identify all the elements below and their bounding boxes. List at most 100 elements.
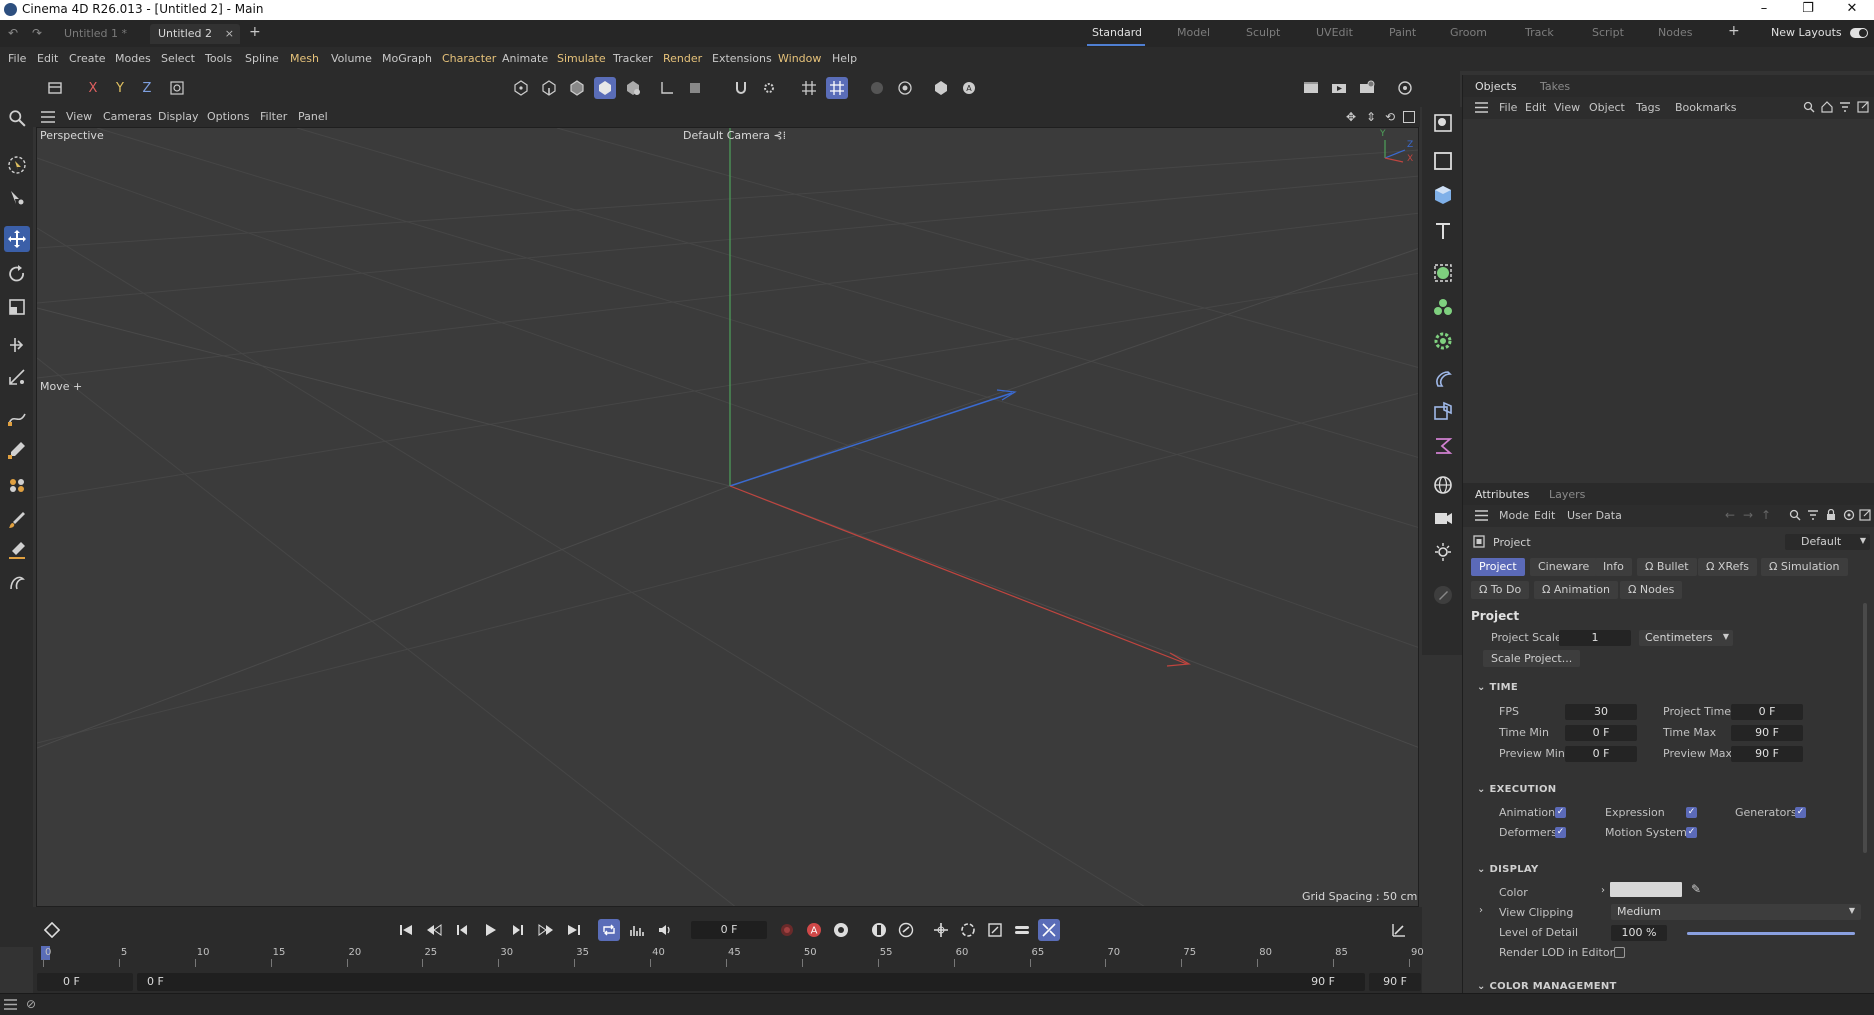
effector-object-icon[interactable] xyxy=(1429,327,1457,355)
snap-settings-icon[interactable] xyxy=(758,77,780,99)
current-frame-field[interactable]: 0 F xyxy=(691,921,767,939)
layout-tab-groom[interactable]: Groom xyxy=(1450,26,1487,39)
objects-home-icon[interactable] xyxy=(1821,101,1833,116)
menu-file[interactable]: File xyxy=(8,52,26,65)
color-swatch[interactable] xyxy=(1610,882,1682,897)
uv-mode-icon[interactable] xyxy=(622,77,644,99)
layout-tab-sculpt[interactable]: Sculpt xyxy=(1246,26,1280,39)
frame-ruler[interactable]: 0 5 10 15 20 25 30 35 40 45 50 55 60 65 70 75 80 85 90 xyxy=(41,945,1424,969)
next-frame-icon[interactable] xyxy=(507,919,529,941)
eyedropper-icon[interactable]: ✎ xyxy=(1691,882,1701,896)
spline-sketch-icon[interactable] xyxy=(4,437,30,463)
viewport-menu-filter[interactable]: Filter xyxy=(260,110,287,123)
undo-history-icon[interactable] xyxy=(44,77,66,99)
x-axis-lock-button[interactable]: X xyxy=(82,77,104,99)
polygons-mode-icon[interactable] xyxy=(566,77,588,99)
symmetry-icon[interactable] xyxy=(866,77,888,99)
layout-tab-uvedit[interactable]: UVEdit xyxy=(1316,26,1353,39)
menu-help[interactable]: Help xyxy=(832,52,857,65)
key-rotate-icon[interactable] xyxy=(957,919,979,941)
render-view-icon[interactable] xyxy=(1328,77,1350,99)
color-expand-chevron-icon[interactable]: › xyxy=(1601,885,1605,896)
scene-camera-icon[interactable] xyxy=(1429,504,1457,532)
viewport-menu-icon[interactable] xyxy=(41,111,55,123)
spline-smooth-icon[interactable] xyxy=(4,472,30,498)
tab-bullet[interactable]: Ω Bullet xyxy=(1637,558,1697,576)
scale-project-button[interactable]: Scale Project... xyxy=(1483,650,1581,667)
viewport-menu-cameras[interactable]: Cameras xyxy=(103,110,152,123)
deformers-checkbox[interactable]: ✓ xyxy=(1555,827,1566,838)
previous-frame-icon[interactable] xyxy=(451,919,473,941)
menu-character[interactable]: Character xyxy=(442,52,496,65)
preview-max-input[interactable]: 90 F xyxy=(1731,746,1803,762)
layout-tab-script[interactable]: Script xyxy=(1592,26,1624,39)
project-scale-input[interactable]: 1 xyxy=(1559,630,1631,646)
status-check-icon[interactable]: ⊘ xyxy=(26,997,36,1011)
undo-icon[interactable]: ↶ xyxy=(8,26,18,40)
menu-animate[interactable]: Animate xyxy=(502,52,548,65)
text-object-icon[interactable] xyxy=(1429,217,1457,245)
viewport-menu-display[interactable]: Display xyxy=(158,110,199,123)
viewport-menu-panel[interactable]: Panel xyxy=(298,110,328,123)
close-tab-icon[interactable]: × xyxy=(225,24,234,44)
objects-filter-icon[interactable] xyxy=(1839,101,1851,116)
field-object-icon[interactable] xyxy=(1429,397,1457,425)
tab-to-do[interactable]: Ω To Do xyxy=(1471,581,1530,599)
forward-arrow-icon[interactable]: → xyxy=(1743,508,1753,522)
keyframe-settings-icon[interactable] xyxy=(830,919,852,941)
add-document-icon[interactable]: + xyxy=(249,24,261,40)
objects-menu-edit[interactable]: Edit xyxy=(1525,101,1546,114)
level-of-detail-slider-track[interactable] xyxy=(1687,932,1855,935)
environment-object-icon[interactable] xyxy=(1429,471,1457,499)
layout-tab-nodes[interactable]: Nodes xyxy=(1658,26,1692,39)
attributes-filter-icon[interactable] xyxy=(1807,509,1819,524)
menu-render[interactable]: Render xyxy=(663,52,702,65)
key-position-icon[interactable] xyxy=(868,919,890,941)
cloner-object-icon[interactable] xyxy=(1429,293,1457,321)
placement-tool-icon[interactable] xyxy=(4,364,30,390)
level-of-detail-input[interactable]: 100 % xyxy=(1611,925,1667,941)
transfer-tool-icon[interactable] xyxy=(4,332,30,358)
camera-label[interactable]: Default Camera ⊰⁞ xyxy=(683,129,786,142)
animation-checkbox[interactable]: ✓ xyxy=(1555,807,1566,818)
timeline-end-field[interactable]: 90 F xyxy=(1369,973,1421,991)
menu-volume[interactable]: Volume xyxy=(331,52,372,65)
objects-menu-tags[interactable]: Tags xyxy=(1636,101,1660,114)
motion-system-checkbox[interactable]: ✓ xyxy=(1686,827,1697,838)
interactive-render-icon[interactable] xyxy=(1394,77,1416,99)
objects-menu-view[interactable]: View xyxy=(1554,101,1580,114)
generators-checkbox[interactable]: ✓ xyxy=(1795,807,1806,818)
autokey-icon[interactable]: A xyxy=(803,919,825,941)
workplane-icon[interactable] xyxy=(826,77,848,99)
layout-tab-standard[interactable]: Standard xyxy=(1092,26,1142,39)
settings-icon[interactable] xyxy=(1843,509,1855,524)
points-mode-icon[interactable] xyxy=(510,77,532,99)
menu-create[interactable]: Create xyxy=(69,52,106,65)
model-mode-icon[interactable] xyxy=(594,77,616,99)
key-pla-icon[interactable] xyxy=(1038,919,1060,941)
time-section-header[interactable]: ⌄ TIME xyxy=(1477,682,1518,693)
projection-label[interactable]: Perspective xyxy=(40,129,104,142)
objects-menu-file[interactable]: File xyxy=(1499,101,1517,114)
previous-key-icon[interactable] xyxy=(423,919,445,941)
brush-tool-icon[interactable] xyxy=(4,507,30,533)
display-section-header[interactable]: ⌄ DISPLAY xyxy=(1477,864,1539,875)
timeline-graph-icon[interactable] xyxy=(1388,919,1410,941)
hair-tool-icon[interactable] xyxy=(4,570,30,596)
menu-window[interactable]: Window xyxy=(778,52,821,65)
z-axis-lock-button[interactable]: Z xyxy=(136,77,158,99)
menu-simulate[interactable]: Simulate xyxy=(557,52,606,65)
doc-tab-untitled-1[interactable]: Untitled 1 * xyxy=(56,24,135,44)
render-settings-icon[interactable] xyxy=(1356,77,1378,99)
3d-viewport[interactable]: Perspective Default Camera ⊰⁞ Move + Gri… xyxy=(36,127,1419,907)
tab-objects[interactable]: Objects xyxy=(1475,80,1517,93)
layout-tab-track[interactable]: Track xyxy=(1525,26,1554,39)
deformer-object-icon[interactable] xyxy=(1429,365,1457,393)
key-rotation-icon[interactable] xyxy=(895,919,917,941)
y-axis-lock-button[interactable]: Y xyxy=(109,77,131,99)
spline-pen-icon[interactable] xyxy=(4,405,30,431)
axis-mode-icon[interactable] xyxy=(656,77,678,99)
view-clipping-expand-icon[interactable]: › xyxy=(1479,905,1483,916)
viewport-menu-view[interactable]: View xyxy=(66,110,92,123)
menu-modes[interactable]: Modes xyxy=(115,52,151,65)
